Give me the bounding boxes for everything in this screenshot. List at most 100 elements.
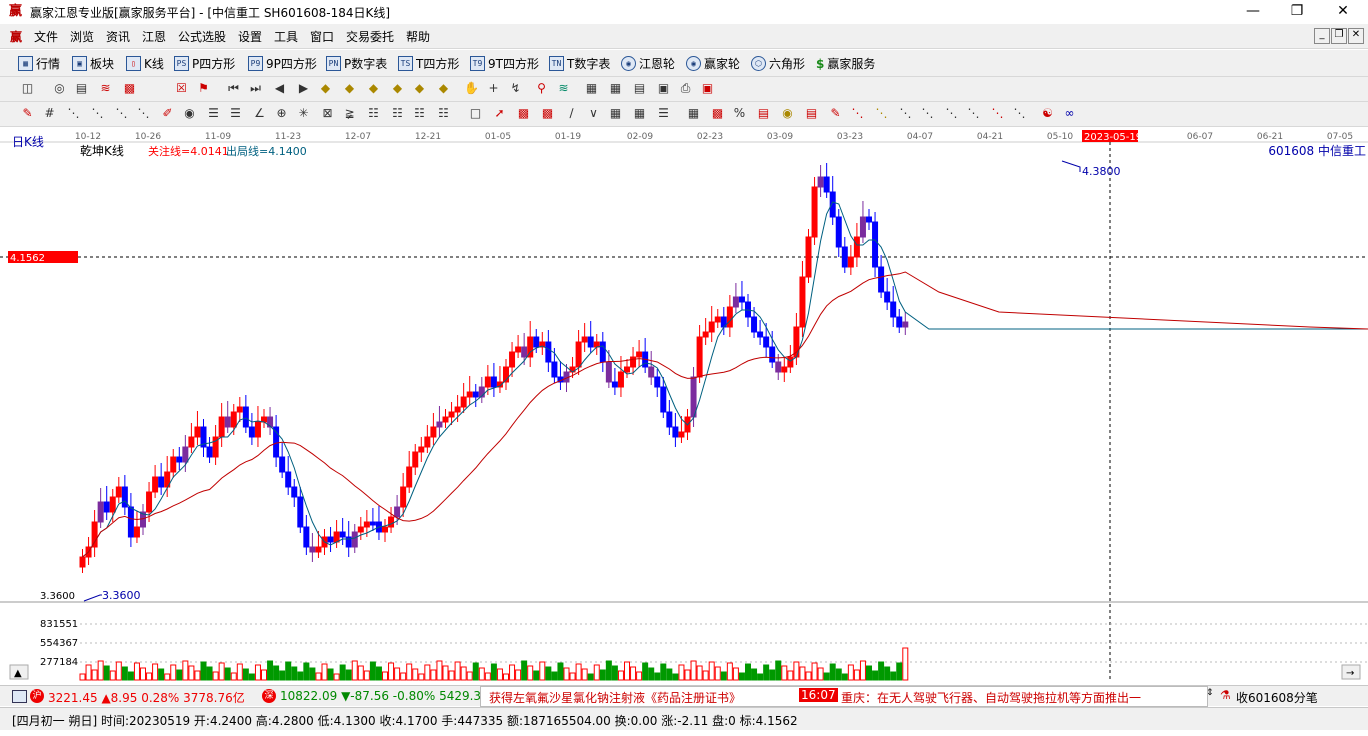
left-icon[interactable]: ◀ <box>272 81 287 96</box>
calc-icon[interactable]: ▦ <box>608 81 623 96</box>
menu-file[interactable]: 文件 <box>34 28 58 45</box>
flag-icon[interactable]: ⚑ <box>196 81 211 96</box>
mdi-close-button[interactable]: ✕ <box>1348 28 1364 44</box>
export-icon[interactable]: ▣ <box>700 81 715 96</box>
table-icon[interactable]: ▦ <box>686 106 701 121</box>
diamond6-icon[interactable]: ◆ <box>436 81 451 96</box>
box-cross-icon[interactable]: ⊠ <box>320 106 335 121</box>
bars-icon[interactable]: ☰ <box>206 106 221 121</box>
kline-chart[interactable]: 10-12 10-26 11-09 11-23 12-07 12-21 01-05 01-19… <box>0 127 1368 685</box>
star-icon[interactable]: ✳ <box>296 106 311 121</box>
harp2-icon[interactable]: ☷ <box>390 106 405 121</box>
diamond2-icon[interactable]: ◆ <box>342 81 357 96</box>
trend-icon[interactable]: ➚ <box>492 106 507 121</box>
menu-formula[interactable]: 公式选股 <box>178 28 226 45</box>
close-button[interactable]: ✕ <box>1320 0 1366 24</box>
diamond4-icon[interactable]: ◆ <box>390 81 405 96</box>
fan3-icon[interactable]: ⋱ <box>114 106 129 121</box>
news-ticker[interactable]: 获得左氧氟沙星氯化钠注射液《药品注册证书》 16:07 重庆：在无人驾驶飞行器、… <box>480 686 1208 707</box>
grid-small-icon[interactable] <box>12 690 27 703</box>
sh-index-text[interactable]: 3221.45 ▲8.95 0.28% 3778.76亿 <box>48 689 245 706</box>
toolbar-9t-square-button[interactable]: T9 9T四方形 <box>470 55 539 72</box>
tick-data-label[interactable]: 收601608分笔 <box>1236 689 1318 706</box>
hgrid2-icon[interactable]: ▦ <box>632 106 647 121</box>
yinyang-icon[interactable]: ☯ <box>1040 106 1055 121</box>
ruler-icon[interactable]: ▤ <box>756 106 771 121</box>
fan6-icon[interactable]: ⋱ <box>874 106 889 121</box>
wave-icon[interactable]: ≋ <box>556 81 571 96</box>
toolbar-sectors-button[interactable]: ▣ 板块 <box>72 55 114 72</box>
toolbar-hexagon-button[interactable]: ⬡ 六角形 <box>751 55 805 72</box>
search-chart-icon[interactable]: ⚲ <box>534 81 549 96</box>
pattern-icon[interactable]: ▩ <box>710 106 725 121</box>
minimize-button[interactable]: — <box>1230 0 1276 24</box>
last-icon[interactable]: ⏭ <box>248 81 263 96</box>
fan8-icon[interactable]: ⋱ <box>920 106 935 121</box>
save-icon[interactable]: ▣ <box>656 81 671 96</box>
target-icon[interactable]: ⊕ <box>274 106 289 121</box>
hgrid-icon[interactable]: ▦ <box>608 106 623 121</box>
first-icon[interactable]: ⏮ <box>226 81 241 96</box>
news-headline-2[interactable]: 重庆：在无人驾驶飞行器、自动驾驶拖拉机等方面推出一 <box>841 689 1141 706</box>
sz-index-text[interactable]: 10822.09 ▼-87.56 -0.80% 5429.39 <box>280 689 480 703</box>
toolbar-service-button[interactable]: $ 赢家服务 <box>816 55 875 72</box>
fan12-icon[interactable]: ⋱ <box>1012 106 1027 121</box>
rect-tool-icon[interactable]: □ <box>468 106 483 121</box>
pen-icon[interactable]: ✎ <box>20 106 35 121</box>
menu-info[interactable]: 资讯 <box>106 28 130 45</box>
menu-tools[interactable]: 工具 <box>274 28 298 45</box>
toolbar-winner-wheel-button[interactable]: ◉ 赢家轮 <box>686 55 740 72</box>
scale-icon[interactable]: ▤ <box>804 106 819 121</box>
hand-icon[interactable]: ✋ <box>464 81 479 96</box>
fan-icon[interactable]: ⋱ <box>66 106 81 121</box>
fan9-icon[interactable]: ⋱ <box>944 106 959 121</box>
vee-icon[interactable]: ∨ <box>586 106 601 121</box>
print-icon[interactable]: ⎙ <box>678 81 693 96</box>
fan11-icon[interactable]: ⋱ <box>990 106 1005 121</box>
toolbar-t-square-button[interactable]: TS T四方形 <box>398 55 459 72</box>
brush-icon[interactable]: ✐ <box>160 106 175 121</box>
hatch-icon[interactable]: ▩ <box>540 106 555 121</box>
comb2-icon[interactable]: ☷ <box>436 106 451 121</box>
diamond-icon[interactable]: ◆ <box>318 81 333 96</box>
toolbar-gann-wheel-button[interactable]: ◉ 江恩轮 <box>621 55 675 72</box>
mdi-minimize-button[interactable]: _ <box>1314 28 1330 44</box>
bars2-icon[interactable]: ☰ <box>228 106 243 121</box>
toolbar-t-number-button[interactable]: TN T数字表 <box>549 55 610 72</box>
bar-chart-icon[interactable]: ▩ <box>122 81 137 96</box>
coin-icon[interactable]: ◉ <box>780 106 795 121</box>
crosshair-icon[interactable]: + <box>486 81 501 96</box>
toolbar-p-square-button[interactable]: PS P四方形 <box>174 55 235 72</box>
circle-grid-icon[interactable]: ◉ <box>182 106 197 121</box>
candle-icon[interactable]: ⁩ <box>144 81 159 96</box>
zigzag-icon[interactable]: ↯ <box>508 81 523 96</box>
right-icon[interactable]: ▶ <box>296 81 311 96</box>
tick-icon[interactable]: ≩ <box>342 106 357 121</box>
doc-icon[interactable]: ▤ <box>74 81 89 96</box>
menu-gann[interactable]: 江恩 <box>142 28 166 45</box>
diamond5-icon[interactable]: ◆ <box>412 81 427 96</box>
fan4-icon[interactable]: ⋱ <box>136 106 151 121</box>
comb-icon[interactable]: ☷ <box>412 106 427 121</box>
percent-icon[interactable]: % <box>732 106 747 121</box>
ticker-scroll-icon[interactable]: ⇕ <box>1206 688 1214 698</box>
channel-icon[interactable]: ▩ <box>516 106 531 121</box>
menu-settings[interactable]: 设置 <box>238 28 262 45</box>
toolbar-p-number-button[interactable]: PN P数字表 <box>326 55 387 72</box>
menu-window[interactable]: 窗口 <box>310 28 334 45</box>
pencil-icon[interactable]: ✎ <box>828 106 843 121</box>
mdi-restore-button[interactable]: ❐ <box>1331 28 1347 44</box>
menu-trade[interactable]: 交易委托 <box>346 28 394 45</box>
diamond3-icon[interactable]: ◆ <box>366 81 381 96</box>
stripes-icon[interactable]: ☰ <box>656 106 671 121</box>
toolbar-kline-button[interactable]: ▯ K线 <box>126 55 164 72</box>
calendar-icon[interactable]: ▦ <box>584 81 599 96</box>
layout-icon[interactable]: ◫ <box>20 81 35 96</box>
cross-box-icon[interactable]: ☒ <box>174 81 189 96</box>
eye-icon[interactable]: ◎ <box>52 81 67 96</box>
angle-icon[interactable]: ∠ <box>252 106 267 121</box>
toolbar-9p-square-button[interactable]: P9 9P四方形 <box>248 55 317 72</box>
menu-browse[interactable]: 浏览 <box>70 28 94 45</box>
fan10-icon[interactable]: ⋱ <box>966 106 981 121</box>
toolbar-quotes-button[interactable]: ▦ 行情 <box>18 55 60 72</box>
